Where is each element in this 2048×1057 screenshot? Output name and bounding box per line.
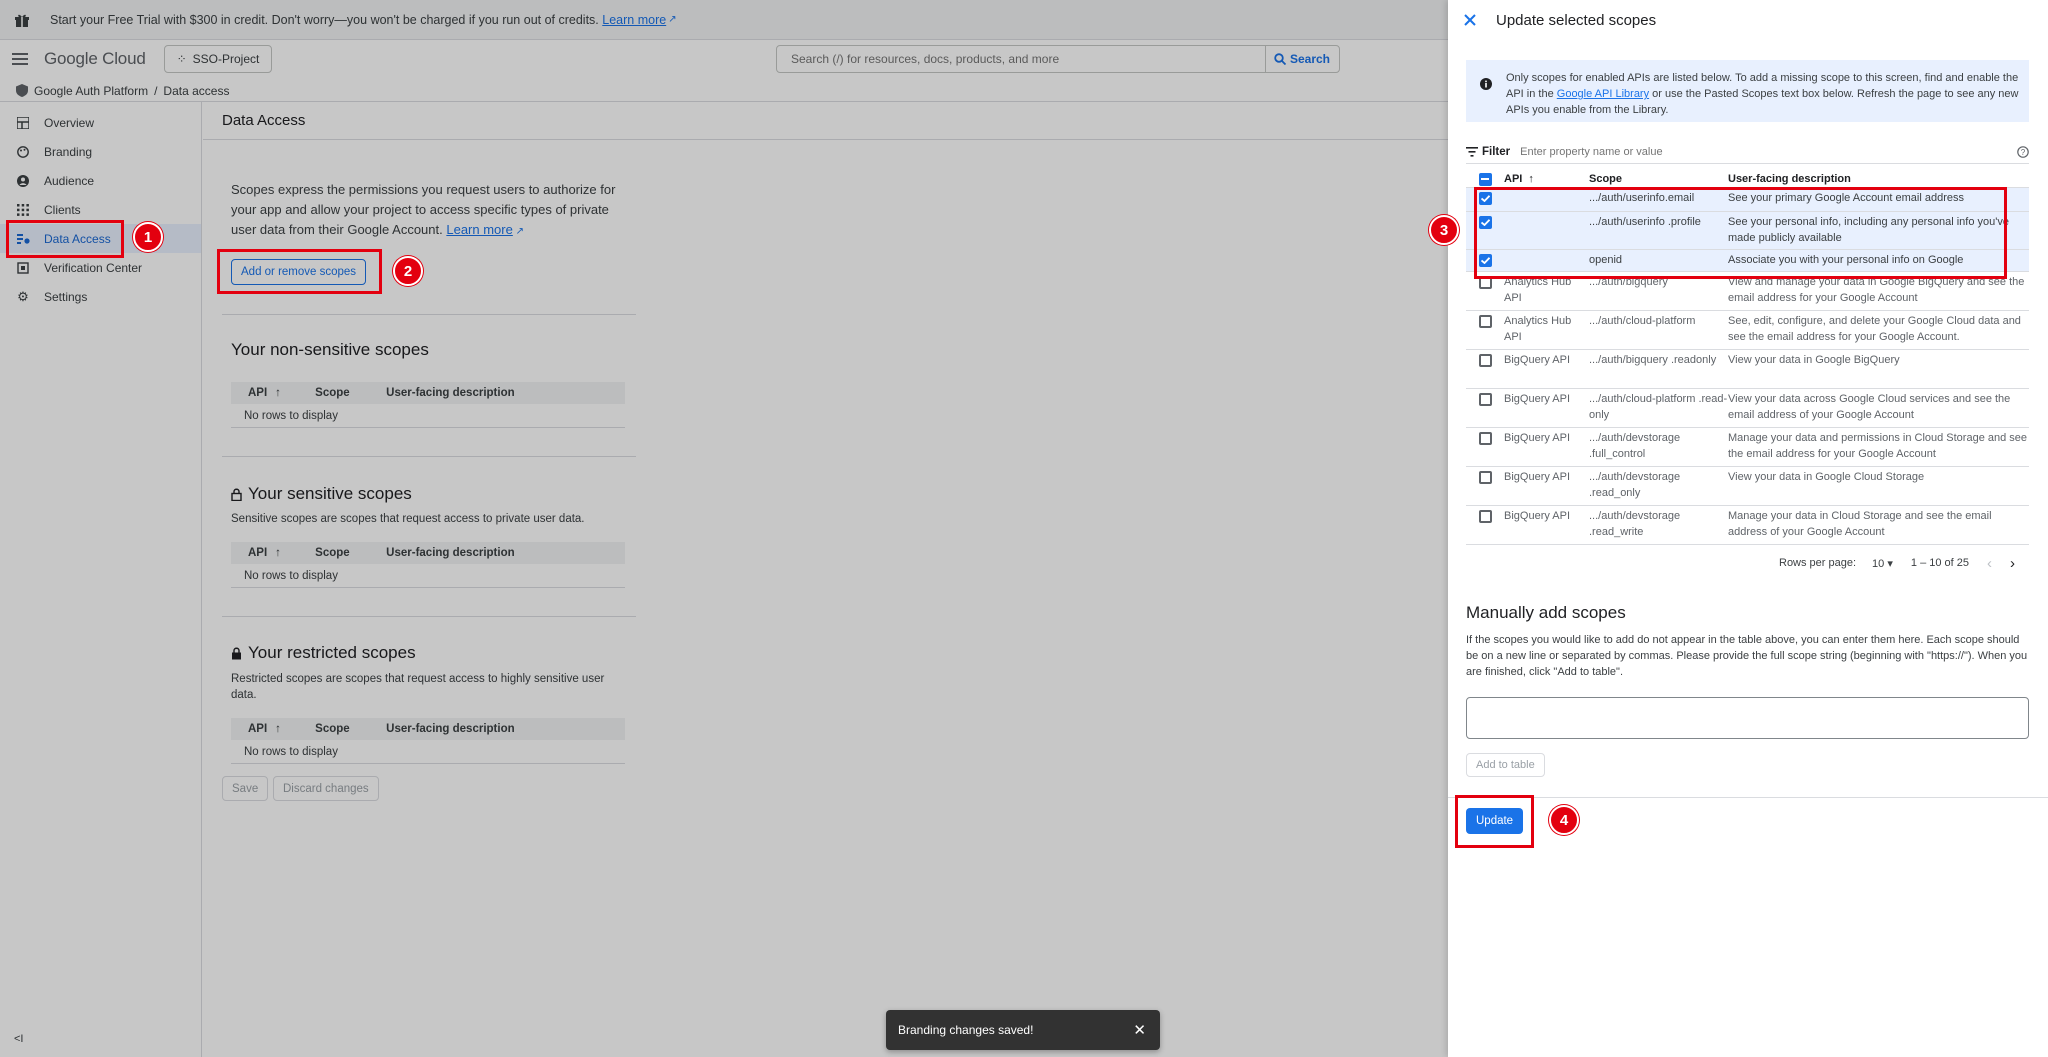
modal-scrim[interactable] bbox=[0, 0, 1448, 1057]
row-description: View and manage your data in Google BigQ… bbox=[1728, 276, 2025, 304]
col-description-header: User-facing description bbox=[1728, 172, 1851, 185]
row-description: View your data across Google Cloud servi… bbox=[1728, 393, 2011, 421]
next-page-icon[interactable]: › bbox=[2010, 555, 2015, 572]
annotation-box-3 bbox=[1474, 187, 2007, 279]
table-row[interactable]: BigQuery API .../auth/devstorage .read_on… bbox=[1466, 467, 2029, 506]
update-scopes-panel: Update selected scopes Only scopes for e… bbox=[1448, 0, 2048, 1057]
panel-footer-divider bbox=[1448, 797, 2048, 798]
row-scope: .../auth/devstorage .read_only bbox=[1589, 471, 1681, 499]
filter-bar: Filter ? bbox=[1466, 140, 2029, 164]
pagination: Rows per page: 10 ▾ 1 – 10 of 25 ‹ › bbox=[1466, 549, 2029, 577]
row-api: Analytics Hub API bbox=[1504, 276, 1572, 304]
page-range: 1 – 10 of 25 bbox=[1910, 557, 1969, 569]
table-row[interactable]: Analytics Hub API .../auth/cloud-platform… bbox=[1466, 311, 2029, 350]
info-banner: Only scopes for enabled APIs are listed … bbox=[1466, 60, 2029, 122]
row-api: BigQuery API bbox=[1504, 471, 1571, 483]
row-description: Manage your data in Cloud Storage and se… bbox=[1728, 510, 1992, 538]
console-background: Start your Free Trial with $300 in credi… bbox=[0, 0, 1448, 1057]
manual-scopes-desc: If the scopes you would like to add do n… bbox=[1466, 634, 2028, 678]
close-icon[interactable] bbox=[1464, 14, 1476, 26]
add-to-table-button[interactable]: Add to table bbox=[1466, 753, 1545, 777]
help-icon[interactable]: ? bbox=[2017, 145, 2029, 158]
annotation-box-1 bbox=[6, 220, 124, 258]
close-icon[interactable]: ✕ bbox=[1133, 1021, 1146, 1039]
annotation-badge-2: 2 bbox=[393, 256, 423, 286]
table-row[interactable]: BigQuery API .../auth/devstorage .full_co… bbox=[1466, 428, 2029, 467]
rows-per-page-value: 10 bbox=[1872, 557, 1885, 570]
row-scope: .../auth/devstorage .read_write bbox=[1589, 510, 1681, 538]
svg-text:?: ? bbox=[2021, 148, 2026, 157]
row-api: BigQuery API bbox=[1504, 510, 1571, 522]
col-api-label: API bbox=[1504, 172, 1523, 185]
row-description: View your data in Google BigQuery bbox=[1728, 354, 1900, 366]
row-description: Manage your data and permissions in Clou… bbox=[1728, 432, 2028, 460]
row-checkbox[interactable] bbox=[1478, 393, 1492, 406]
row-api: Analytics Hub API bbox=[1504, 315, 1572, 343]
table-row[interactable]: BigQuery API .../auth/bigquery .readonly V… bbox=[1466, 350, 2029, 389]
annotation-badge-3: 3 bbox=[1429, 215, 1459, 245]
table-row[interactable]: BigQuery API .../auth/cloud-platform .rea… bbox=[1466, 389, 2029, 428]
prev-page-icon[interactable]: ‹ bbox=[1987, 555, 1992, 572]
rows-per-page-select[interactable]: 10 ▾ bbox=[1872, 557, 1893, 570]
table-header: API ↑ Scope User-facing description bbox=[1466, 170, 2029, 188]
annotation-box-2 bbox=[217, 249, 382, 294]
row-checkbox[interactable] bbox=[1478, 315, 1492, 328]
filter-input[interactable] bbox=[1520, 145, 2017, 158]
row-scope: .../auth/cloud-platform bbox=[1589, 315, 1696, 327]
filter-icon bbox=[1466, 146, 1478, 157]
snackbar-text: Branding changes saved! bbox=[898, 1023, 1034, 1037]
col-api-header[interactable]: API ↑ bbox=[1504, 173, 1589, 185]
row-api: BigQuery API bbox=[1504, 432, 1571, 444]
panel-title: Update selected scopes bbox=[1496, 11, 1657, 29]
row-description: See, edit, configure, and delete your Go… bbox=[1728, 315, 2021, 343]
row-scope: .../auth/bigquery .readonly bbox=[1589, 354, 1717, 366]
row-api: BigQuery API bbox=[1504, 393, 1571, 405]
row-checkbox[interactable] bbox=[1478, 471, 1492, 484]
manual-scopes-title: Manually add scopes bbox=[1466, 603, 1626, 622]
info-icon bbox=[1480, 70, 1492, 122]
row-checkbox[interactable] bbox=[1478, 510, 1492, 523]
google-api-library-link[interactable]: Google API Library bbox=[1557, 88, 1649, 100]
row-checkbox[interactable] bbox=[1478, 354, 1492, 367]
filter-label: Filter bbox=[1482, 145, 1511, 158]
rows-per-page-label: Rows per page: bbox=[1779, 557, 1857, 569]
sort-arrow-up-icon: ↑ bbox=[1528, 172, 1534, 185]
manual-scopes-textarea[interactable] bbox=[1466, 697, 2029, 739]
row-scope: .../auth/devstorage .full_control bbox=[1589, 432, 1681, 460]
annotation-box-4 bbox=[1455, 795, 1534, 848]
table-row[interactable]: BigQuery API .../auth/devstorage .read_wr… bbox=[1466, 506, 2029, 545]
row-description: View your data in Google Cloud Storage bbox=[1728, 471, 1925, 483]
row-checkbox[interactable] bbox=[1478, 432, 1492, 445]
panel-header: Update selected scopes bbox=[1448, 0, 2048, 40]
col-scope-header: Scope bbox=[1589, 172, 1623, 185]
select-all-checkbox[interactable] bbox=[1478, 172, 1492, 186]
annotation-badge-4: 4 bbox=[1549, 805, 1579, 835]
row-scope: .../auth/cloud-platform .read-only bbox=[1589, 393, 1728, 421]
chevron-down-icon: ▾ bbox=[1887, 557, 1893, 570]
row-api: BigQuery API bbox=[1504, 354, 1571, 366]
snackbar: Branding changes saved! ✕ bbox=[886, 1010, 1160, 1050]
info-text: Only scopes for enabled APIs are listed … bbox=[1506, 70, 2019, 122]
annotation-badge-1: 1 bbox=[133, 222, 163, 252]
